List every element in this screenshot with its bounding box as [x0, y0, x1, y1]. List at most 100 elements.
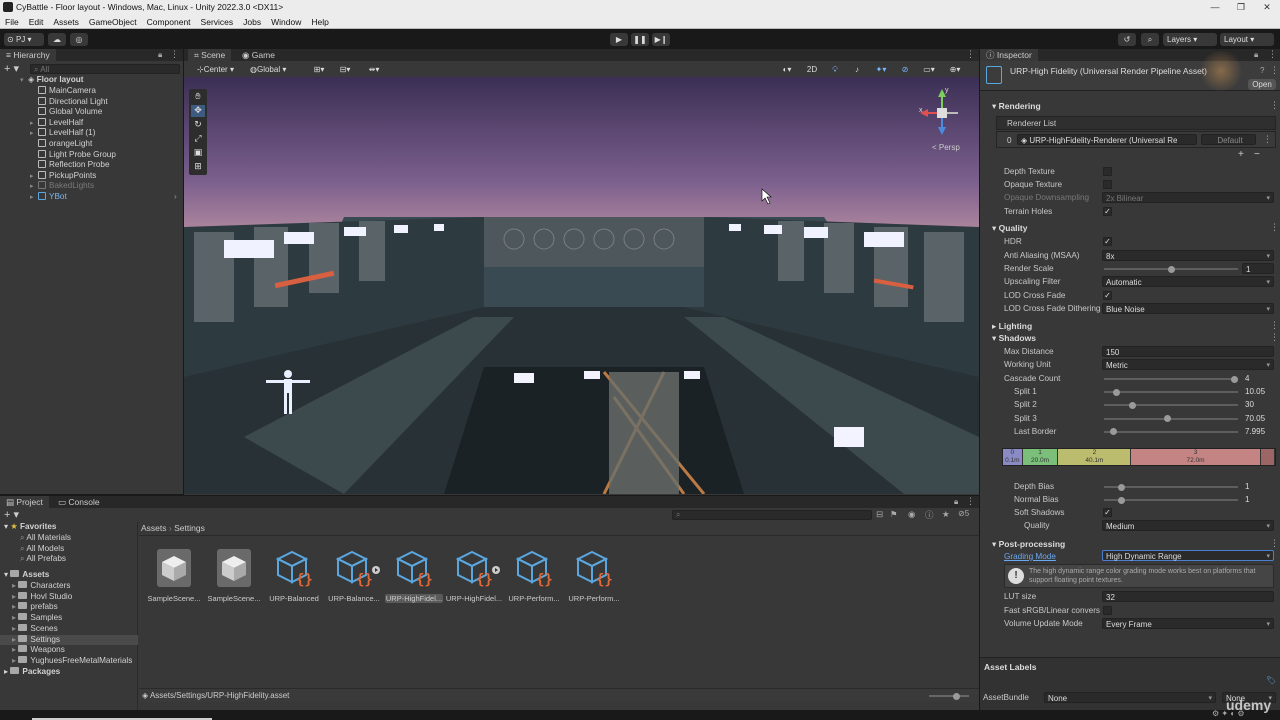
working-unit-dropdown[interactable]: Metric [1102, 359, 1274, 371]
icon-size-slider[interactable] [929, 692, 969, 700]
tab-inspector[interactable]: ⓘ Inspector [980, 49, 1038, 61]
section-menu-icon[interactable]: ⋮ [1270, 332, 1279, 343]
project-search-input[interactable]: ⌕ [672, 510, 872, 520]
draw-mode-icon[interactable]: ◐▾ [776, 63, 798, 76]
hierarchy-search-input[interactable]: ⌕ All [30, 64, 180, 74]
snap-increment-icon[interactable]: ⇹▾ [362, 63, 386, 76]
asset-item[interactable]: {} URP-Perform... [505, 548, 563, 603]
scale-tool-icon[interactable]: ⤢ [191, 133, 205, 145]
lock-icon[interactable]: 🔒︎ [158, 50, 162, 60]
search-filter-icon[interactable]: ◉ [908, 509, 915, 520]
rendering-header[interactable]: ▾ Rendering [992, 100, 1041, 112]
favorite-item[interactable]: ⌕ All Materials [20, 533, 71, 544]
hierarchy-item[interactable]: Reflection Probe [30, 160, 110, 171]
hierarchy-item[interactable]: ▸ PickupPoints [30, 170, 96, 182]
hierarchy-item[interactable]: orangeLight [30, 139, 92, 150]
slider-knob[interactable] [953, 692, 960, 700]
toggle-2d-button[interactable]: 2D [802, 63, 822, 76]
space-dropdown[interactable]: ◍Global ▾ [247, 63, 293, 76]
depth-bias-slider[interactable] [1104, 480, 1238, 493]
expand-arrow-icon[interactable]: ▾ [20, 76, 28, 87]
hdr-checkbox[interactable]: ✓ [1103, 237, 1112, 246]
depth-texture-checkbox[interactable] [1103, 167, 1112, 176]
help-icon[interactable]: ? [1260, 66, 1264, 75]
breadcrumb-root[interactable]: Assets [141, 523, 167, 533]
asset-item[interactable]: {} URP-Balanced [265, 548, 323, 603]
minimize-icon[interactable]: — [1202, 0, 1228, 15]
pivot-dropdown[interactable]: ⊹Center ▾ [194, 63, 244, 76]
upscaling-dropdown[interactable]: Automatic [1102, 276, 1274, 288]
hierarchy-item[interactable]: Light Probe Group [30, 149, 116, 161]
msaa-dropdown[interactable]: 8x [1102, 250, 1274, 262]
split-slider[interactable] [1104, 385, 1238, 398]
menu-assets[interactable]: Assets [48, 15, 84, 28]
menu-component[interactable]: Component [142, 15, 196, 28]
play-icon[interactable]: ▶ [610, 33, 628, 46]
section-menu-icon[interactable]: ⋮ [1270, 320, 1279, 331]
slider-knob[interactable] [1231, 375, 1238, 383]
menu-gameobject[interactable]: GameObject [84, 15, 142, 28]
panel-menu-icon[interactable]: ⋮ [170, 49, 179, 60]
hierarchy-item[interactable]: ▸ YBot › [30, 192, 177, 204]
pause-icon[interactable]: ❚❚ [631, 33, 649, 46]
normal-bias-slider[interactable] [1104, 493, 1238, 506]
tab-project[interactable]: ▤ Project [0, 496, 49, 508]
menu-jobs[interactable]: Jobs [238, 15, 266, 28]
split-slider[interactable] [1104, 398, 1238, 411]
grading-mode-dropdown[interactable]: High Dynamic Range [1102, 550, 1274, 562]
default-renderer-button[interactable]: Default [1201, 134, 1256, 145]
slider-knob[interactable] [1112, 388, 1120, 396]
close-icon[interactable]: ✕ [1254, 0, 1280, 15]
menu-window[interactable]: Window [266, 15, 306, 28]
render-scale-input[interactable]: 1 [1242, 263, 1274, 274]
asset-item[interactable]: SampleScene... [145, 548, 203, 603]
split-value[interactable]: 30 [1242, 399, 1274, 410]
slider-knob[interactable] [1163, 415, 1171, 423]
panel-menu-icon[interactable]: ⋮ [1268, 49, 1277, 60]
slider-knob[interactable] [1118, 496, 1125, 504]
cascade-count-slider[interactable] [1104, 372, 1238, 385]
soft-shadows-checkbox[interactable]: ✓ [1103, 508, 1112, 517]
menu-edit[interactable]: Edit [24, 15, 49, 28]
normal-bias-input[interactable]: 1 [1242, 494, 1274, 505]
account-button[interactable]: ⊙ PJ ▾ [4, 33, 44, 46]
menu-services[interactable]: Services [196, 15, 239, 28]
effects-icon[interactable]: ✦▾ [870, 63, 892, 76]
audio-icon[interactable]: ♪ [848, 63, 866, 76]
panel-menu-icon[interactable]: ⋮ [966, 496, 975, 507]
folder-item[interactable]: ▸ Settings [0, 634, 138, 646]
cascade-segment[interactable] [1260, 449, 1275, 465]
asset-item[interactable]: SampleScene... [205, 548, 263, 603]
folder-item[interactable]: ▸ prefabs [0, 602, 138, 613]
render-scale-slider[interactable] [1104, 262, 1238, 275]
folder-item[interactable]: ▸ Weapons [0, 645, 138, 656]
cascade-segment[interactable]: 1 20.0m [1022, 449, 1059, 465]
menu-file[interactable]: File [0, 15, 24, 28]
search-by-type-icon[interactable]: ⊟ [876, 509, 883, 520]
hierarchy-item[interactable]: MainCamera [30, 86, 96, 97]
expand-arrow-icon[interactable]: ▸ [30, 193, 38, 204]
fast-srgb-checkbox[interactable] [1103, 606, 1112, 615]
rect-tool-icon[interactable]: ▣ [191, 147, 205, 159]
lighting-icon[interactable]: 💡︎ [826, 63, 844, 76]
folder-item[interactable]: ▸ Characters [0, 581, 138, 592]
label-tag-icon[interactable]: 🏷︎ [1266, 676, 1276, 685]
asset-item[interactable]: {} URP-Perform... [565, 548, 623, 603]
chevron-right-icon[interactable]: › [174, 192, 177, 203]
assetbundle-dropdown[interactable]: None [1044, 692, 1216, 704]
cascade-bar[interactable]: 0 0.1m 1 20.0m 2 40.1m 3 72.0m [1002, 448, 1276, 466]
slider-knob[interactable] [1110, 428, 1118, 436]
folder-item[interactable]: ▸ Samples [0, 613, 138, 624]
hierarchy-item[interactable]: ▸ LevelHalf (1) [30, 128, 95, 139]
hand-tool-icon[interactable]: ✋︎ [191, 91, 205, 103]
section-menu-icon[interactable]: ⋮ [1270, 222, 1279, 233]
tab-game[interactable]: ◉ Game [236, 49, 281, 61]
lighting-header[interactable]: ▸ Lighting [992, 320, 1032, 332]
camera-settings-icon[interactable]: ▭▾ [918, 63, 940, 76]
projection-label[interactable]: < Persp [932, 143, 960, 152]
favorite-item[interactable]: ⌕ All Models [20, 544, 64, 555]
split-slider[interactable] [1104, 412, 1238, 425]
add-renderer-icon[interactable]: + [1238, 149, 1244, 160]
info-toggle-icon[interactable]: ⓘ [925, 509, 934, 521]
slider-knob[interactable] [1167, 265, 1175, 273]
